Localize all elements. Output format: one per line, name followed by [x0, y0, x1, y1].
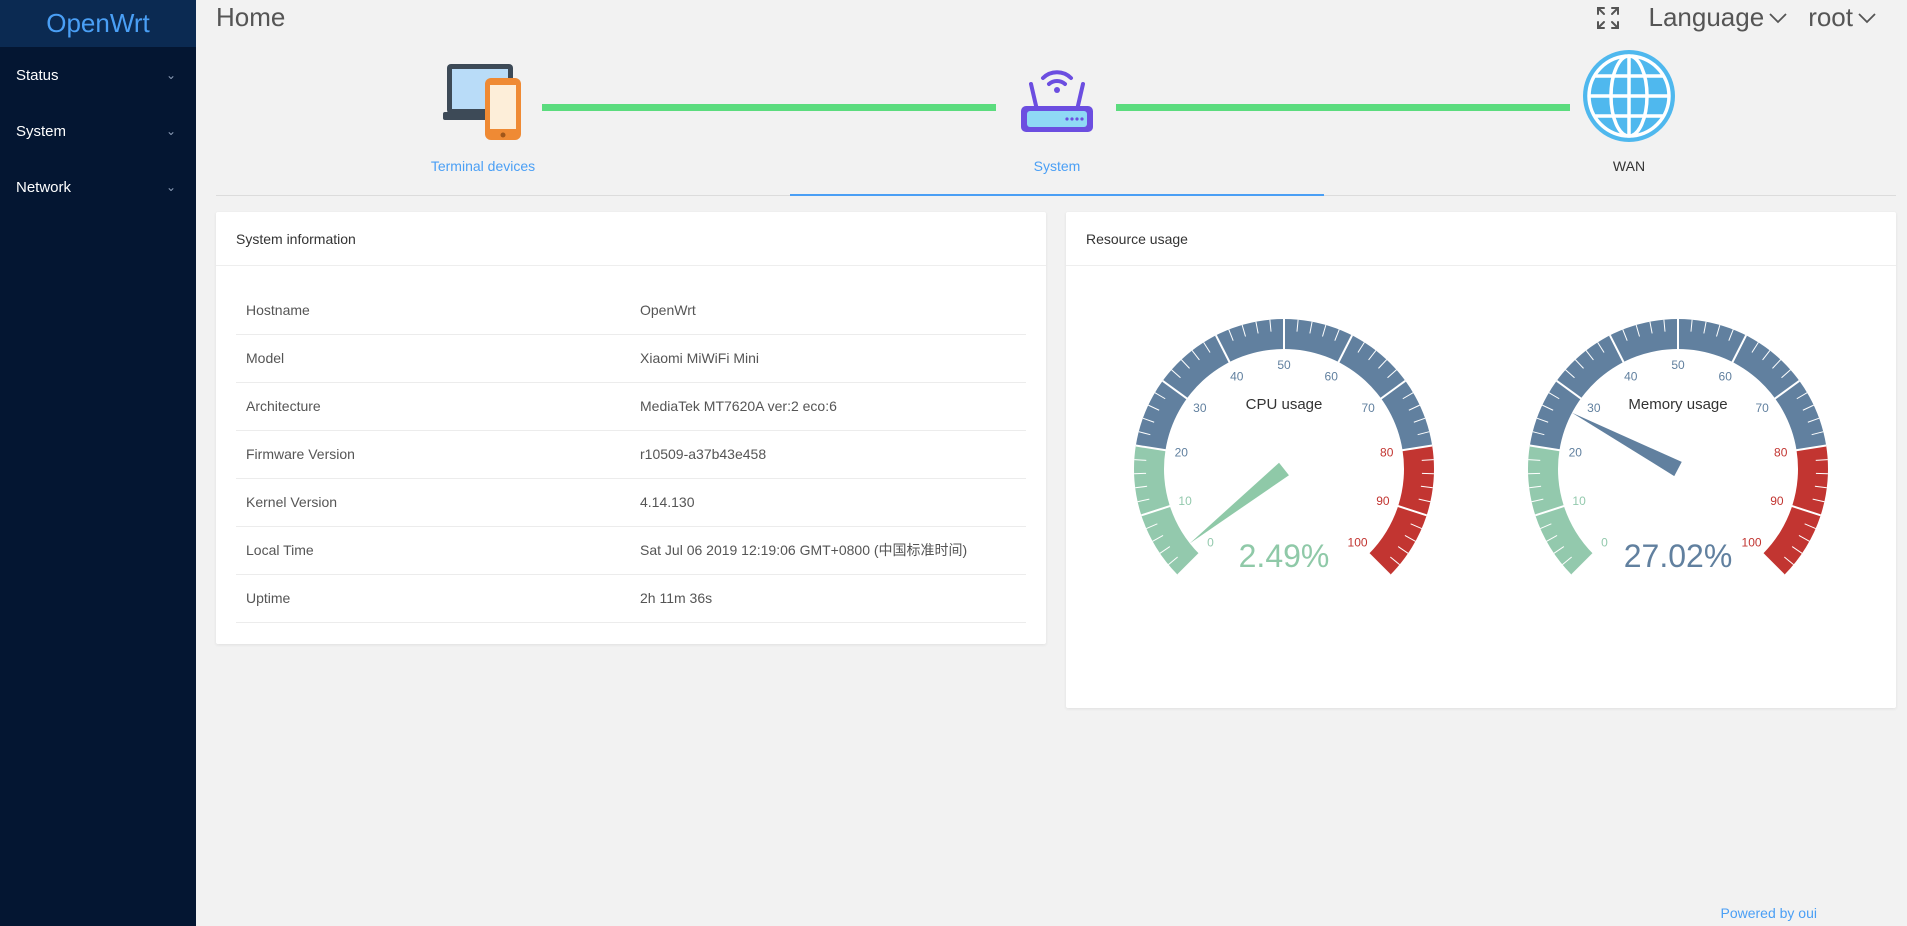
gauges-area: 0 10 20 30 40 50 60 70 80 90 100 CPU usage 2.49% 0 10 2…	[1066, 266, 1896, 706]
gauge-tick-label: 20	[1569, 446, 1583, 460]
gauge-tick-label: 70	[1361, 401, 1375, 415]
system-info-table: Hostname OpenWrt Model Xiaomi MiWiFi Mini Ar…	[236, 286, 1026, 623]
gauge-tick-label: 0	[1207, 536, 1214, 550]
gauge-band	[1368, 445, 1434, 576]
user-dropdown[interactable]: root	[1808, 2, 1877, 33]
language-dropdown[interactable]: Language	[1649, 2, 1789, 33]
table-row: Architecture MediaTek MT7620A ver:2 eco:6	[236, 382, 1026, 431]
gauge-band	[1528, 445, 1594, 576]
gauge-tick-label: 70	[1755, 401, 1769, 415]
row-key: Uptime	[236, 574, 630, 623]
table-row: Firmware Version r10509-a37b43e458	[236, 430, 1026, 479]
resource-usage-card: Resource usage 0 10 20 30 40 50 60 70 80 90 100 CPU…	[1066, 212, 1896, 708]
globe-icon	[1583, 50, 1675, 142]
memory-gauge: 0 10 20 30 40 50 60 70 80 90 100 Memory usage 27.02%	[1528, 318, 1828, 576]
active-indicator	[790, 194, 1324, 196]
gauge-tick-label: 90	[1376, 494, 1390, 508]
gauge-band	[1134, 445, 1200, 576]
gauge-tick-label: 80	[1380, 446, 1394, 460]
table-row: Uptime 2h 11m 36s	[236, 574, 1026, 623]
gauge-tick-label: 20	[1175, 446, 1189, 460]
card-title: System information	[216, 212, 1046, 266]
row-key: Hostname	[236, 286, 630, 335]
gauge-tick-label: 80	[1774, 446, 1788, 460]
sidebar-item-label: Network	[16, 178, 72, 196]
gauge-pointer	[1189, 462, 1289, 544]
topology-label: System	[1033, 158, 1081, 174]
router-icon	[1021, 70, 1093, 132]
gauge-tick-label: 40	[1624, 369, 1638, 383]
row-key: Kernel Version	[236, 478, 630, 527]
gauge-tick-label: 60	[1719, 369, 1733, 383]
gauge-tick-label: 40	[1230, 369, 1244, 383]
sidebar-item-status[interactable]: Status ⌄	[0, 47, 196, 103]
gauge-tick-label: 30	[1193, 401, 1207, 415]
chevron-down-icon: ⌄	[165, 68, 176, 82]
gauge-band	[1762, 445, 1828, 576]
sidebar-item-system[interactable]: System ⌄	[0, 103, 196, 159]
table-row: Hostname OpenWrt	[236, 286, 1026, 335]
sidebar: OpenWrt Status ⌄ System ⌄ Network ⌄	[0, 0, 196, 926]
page-title: Home	[216, 2, 286, 32]
gauge-tick-label: 10	[1572, 494, 1586, 508]
gauge-tick-label: 10	[1178, 494, 1192, 508]
chevron-down-icon: ⌄	[165, 180, 176, 194]
gauge-title: CPU usage	[1246, 396, 1323, 413]
gauges-svg: 0 10 20 30 40 50 60 70 80 90 100 CPU usage 2.49% 0 10 2…	[1134, 318, 1828, 576]
gauge-tick-label: 30	[1587, 401, 1601, 415]
chevron-down-icon	[1858, 12, 1876, 23]
brand-logo[interactable]: OpenWrt	[0, 0, 196, 47]
topology-label: WAN	[1612, 158, 1646, 174]
gauge-pointer	[1572, 412, 1682, 477]
gauge-tick-label: 0	[1601, 536, 1608, 550]
topology-node-wan[interactable]: WAN	[1362, 48, 1896, 174]
row-key: Local Time	[236, 526, 630, 575]
row-value: r10509-a37b43e458	[630, 430, 1026, 479]
table-row: Kernel Version 4.14.130	[236, 478, 1026, 527]
chevron-down-icon	[1769, 12, 1787, 23]
sidebar-item-label: System	[16, 122, 67, 140]
system-information-card: System information Hostname OpenWrt Model X…	[216, 212, 1046, 644]
network-topology: Terminal devices System WAN	[216, 48, 1896, 198]
sidebar-item-label: Status	[16, 66, 59, 84]
user-label: root	[1808, 2, 1853, 32]
table-row: Model Xiaomi MiWiFi Mini	[236, 334, 1026, 383]
fullscreen-icon[interactable]	[1595, 5, 1621, 31]
row-key: Firmware Version	[236, 430, 630, 479]
gauge-value: 27.02%	[1624, 538, 1733, 574]
sidebar-item-network[interactable]: Network ⌄	[0, 159, 196, 215]
gauge-tick-label: 50	[1671, 358, 1685, 372]
chevron-down-icon: ⌄	[165, 124, 176, 138]
gauge-title: Memory usage	[1628, 396, 1727, 413]
row-value: Sat Jul 06 2019 12:19:06 GMT+0800 (中国标准时…	[630, 526, 1026, 575]
topology-node-system[interactable]: System	[790, 48, 1324, 174]
table-row: Local Time Sat Jul 06 2019 12:19:06 GMT+0…	[236, 526, 1026, 575]
gauge-tick-label: 60	[1325, 369, 1339, 383]
row-value: 2h 11m 36s	[630, 574, 1026, 623]
row-value: 4.14.130	[630, 478, 1026, 527]
row-value: MediaTek MT7620A ver:2 eco:6	[630, 382, 1026, 431]
gauge-tick-label: 90	[1770, 494, 1784, 508]
topology-label: Terminal devices	[430, 158, 536, 174]
header-actions: Language root	[1595, 2, 1878, 33]
row-key: Architecture	[236, 382, 630, 431]
topology-node-terminal-devices[interactable]: Terminal devices	[216, 48, 750, 174]
language-label: Language	[1648, 2, 1765, 32]
row-key: Model	[236, 334, 630, 383]
devices-icon	[443, 64, 521, 140]
footer-link[interactable]: Powered by oui	[1720, 905, 1817, 921]
card-title: Resource usage	[1066, 212, 1896, 266]
gauge-tick-label: 100	[1742, 536, 1762, 550]
row-value: Xiaomi MiWiFi Mini	[630, 334, 1026, 383]
cpu-gauge: 0 10 20 30 40 50 60 70 80 90 100 CPU usage 2.49%	[1134, 319, 1434, 576]
row-value: OpenWrt	[630, 286, 1026, 335]
gauge-tick-label: 50	[1277, 358, 1291, 372]
gauge-value: 2.49%	[1239, 538, 1330, 574]
gauge-tick-label: 100	[1348, 536, 1368, 550]
